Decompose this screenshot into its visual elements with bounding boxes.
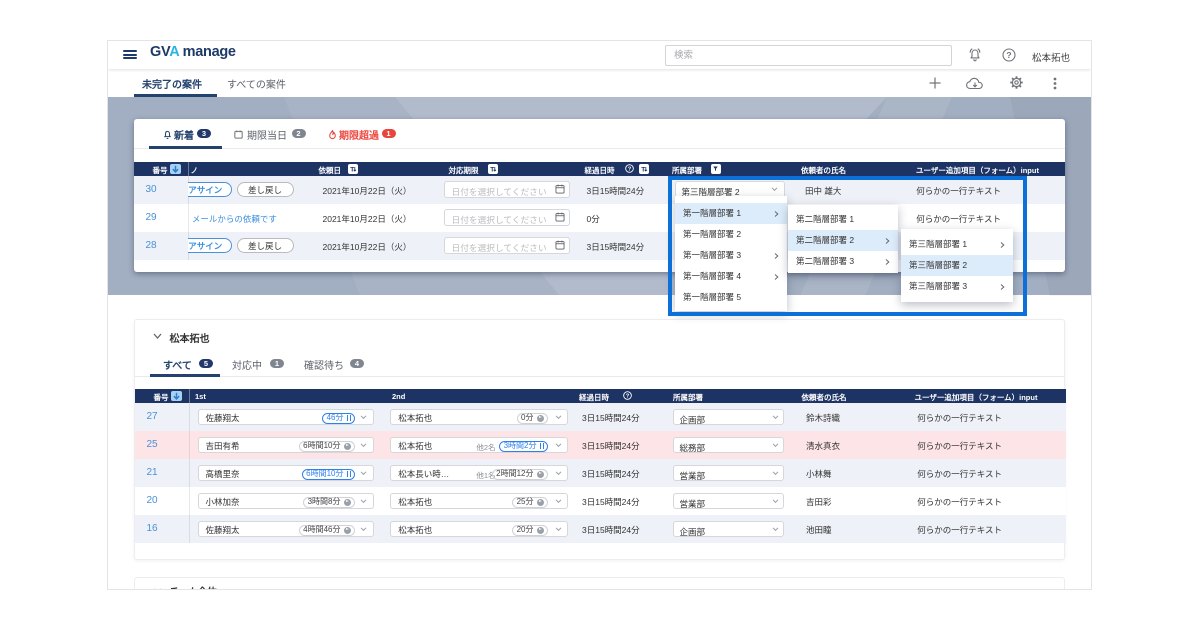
svg-text:?: ? [627,167,631,173]
svg-text:?: ? [625,394,629,400]
svg-text:T: T [350,167,354,174]
svg-text:T: T [641,167,645,174]
svg-text:T: T [490,167,494,174]
svg-text:?: ? [1006,50,1011,60]
